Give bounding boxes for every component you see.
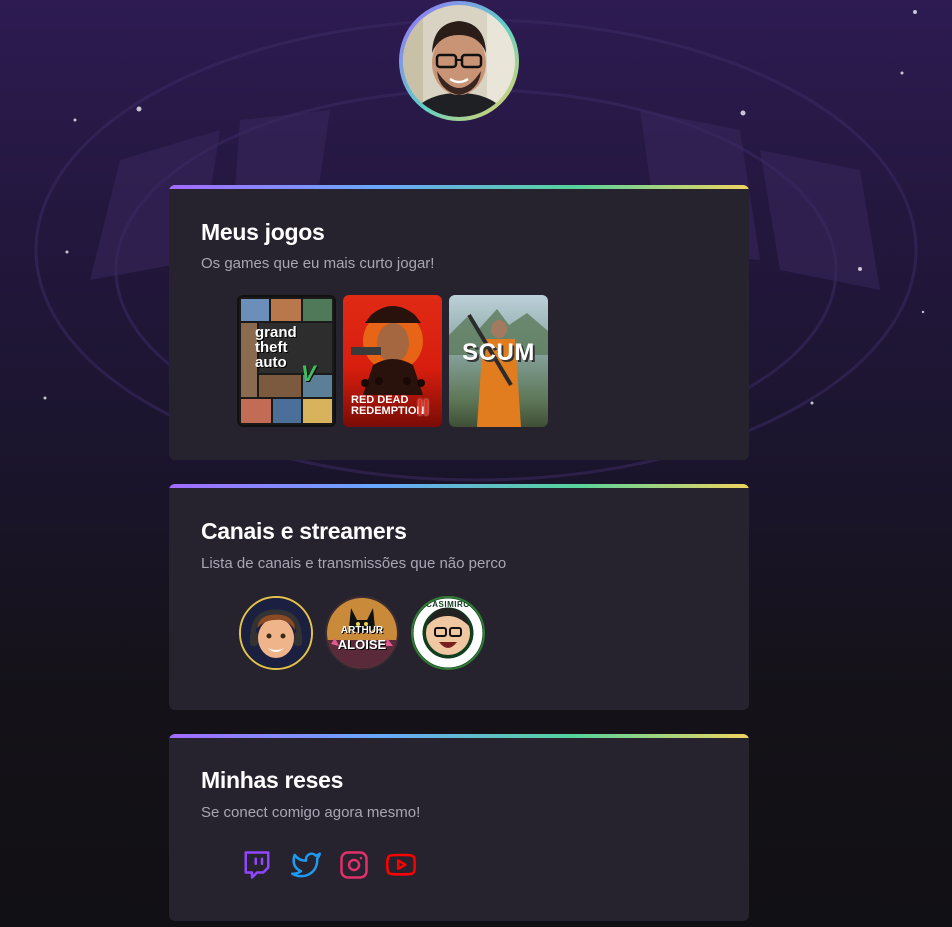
game-cover-red-dead-redemption-2[interactable]: RED DEAD REDEMPTION II (343, 295, 442, 427)
streamer-3-ring-text: CASIMIRO (426, 600, 470, 609)
twitch-link[interactable] (241, 849, 273, 881)
profile-avatar (399, 1, 519, 121)
youtube-icon (385, 853, 417, 876)
twitter-link[interactable] (290, 849, 322, 881)
rdr2-cover-badge: II (417, 395, 430, 420)
youtube-link[interactable] (385, 849, 417, 881)
social-title: Minhas reses (201, 767, 344, 793)
streamer-avatar-3[interactable]: CASIMIRO (411, 596, 485, 670)
social-card: Minhas reses Se conect comigo agora mesm… (169, 734, 749, 921)
gta-word-2: theft (255, 339, 288, 356)
instagram-link[interactable] (338, 849, 370, 881)
instagram-icon (340, 851, 368, 879)
gta-word-1: grand (255, 324, 297, 341)
scum-cover-title: SCUM (462, 339, 535, 366)
user-photo-icon (403, 5, 515, 117)
social-subtitle: Se conect comigo agora mesmo! (201, 804, 421, 821)
games-title: Meus jogos (201, 219, 325, 245)
streamers-subtitle: Lista de canais e transmissões que não p… (201, 555, 507, 572)
twitch-icon (244, 851, 270, 879)
streamer-2-label-top: ARTHUR (340, 625, 384, 636)
games-subtitle: Os games que eu mais curto jogar! (201, 255, 435, 272)
twitter-icon (291, 852, 321, 878)
streamers-title: Canais e streamers (201, 518, 407, 544)
rdr2-cover-title: RED DEAD REDEMPTION (351, 395, 424, 417)
game-cover-gta-v[interactable]: grand theft auto V (237, 295, 336, 427)
gta-cover-title: grand theft auto (255, 325, 297, 370)
rdr2-word-2: REDEMPTION (351, 405, 425, 417)
game-cover-scum[interactable]: SCUM (449, 295, 548, 427)
games-card: Meus jogos Os games que eu mais curto jo… (169, 185, 749, 460)
streamer-2-label-bottom: ALOISE (337, 637, 387, 652)
streamer-avatar-2[interactable]: ARTHUR ALOISE (325, 596, 399, 670)
gta-word-3: auto (255, 354, 287, 371)
streamers-card: Canais e streamers Lista de canais e tra… (169, 484, 749, 710)
gta-cover-badge: V (301, 361, 316, 386)
streamer-avatar-1[interactable] (239, 596, 313, 670)
streamer-avatar-gamer-icon (241, 598, 311, 668)
